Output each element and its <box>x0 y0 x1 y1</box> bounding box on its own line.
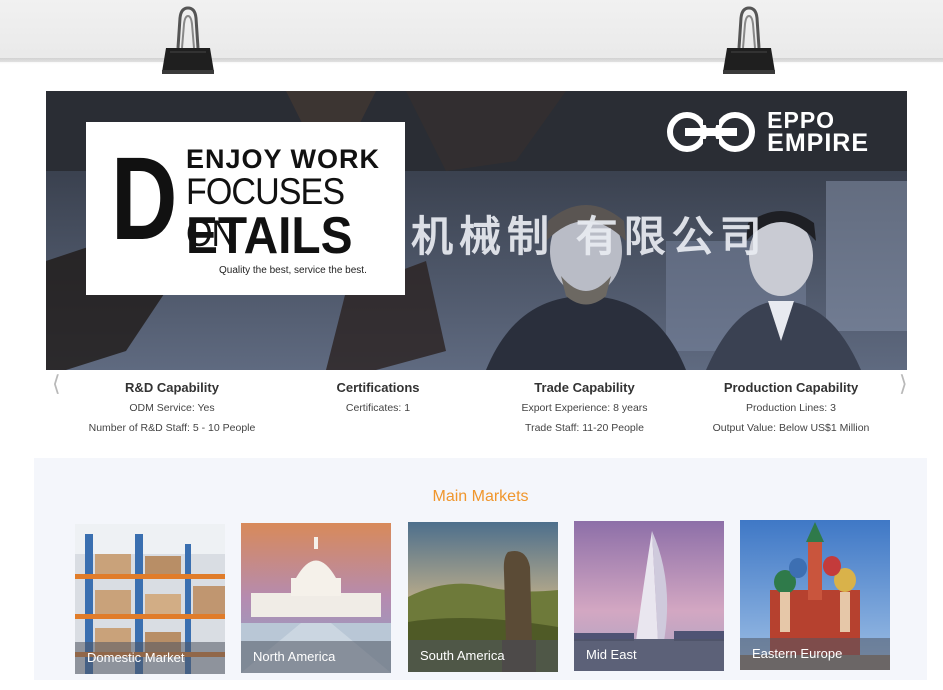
binder-clip-icon <box>719 0 779 80</box>
capability-detail: Certificates: 1 <box>345 402 411 414</box>
background-signage-text: 机械制 有限公司 <box>411 212 768 261</box>
binder-clip-icon <box>158 0 218 80</box>
wall-strip <box>0 0 943 62</box>
wall-shadow <box>0 58 943 64</box>
chevron-left-icon[interactable]: ⟨ <box>52 373 61 395</box>
section-title: Main Markets <box>432 488 529 505</box>
market-card-mid-east[interactable]: Mid East <box>574 521 724 671</box>
chevron-right-icon[interactable]: ⟩ <box>899 373 908 395</box>
capability-title: Certifications <box>336 380 420 395</box>
market-label: Eastern Europe <box>740 638 890 670</box>
market-label: Mid East <box>574 639 724 671</box>
main-markets-section: Main Markets Domestic Market North Ameri… <box>34 458 927 680</box>
capability-title: Production Capability <box>723 380 859 395</box>
eppo-logo-icon <box>667 112 756 152</box>
capability-production: Production Capability Production Lines: … <box>700 380 882 442</box>
capability-certifications: Certifications Certificates: 1 <box>300 380 456 422</box>
market-label: South America <box>408 640 558 672</box>
capability-detail: Number of R&D Staff: 5 - 10 People <box>88 422 256 434</box>
slogan-line-3: ETAILS <box>186 207 353 265</box>
logo-text-empire: EMPIRE <box>767 129 869 157</box>
slogan-tagline: Quality the best, service the best. <box>219 265 367 276</box>
market-card-south-america[interactable]: South America <box>408 522 558 672</box>
capability-rd: R&D Capability ODM Service: Yes Number o… <box>78 380 266 442</box>
market-card-eastern-europe[interactable]: Eastern Europe <box>740 520 890 670</box>
capability-detail: Export Experience: 8 years <box>521 402 648 414</box>
capability-detail: Trade Staff: 11-20 People <box>525 422 644 434</box>
hero-banner: 机械制 有限公司 EPPO EMPIRE D ENJOY WORK FOCUSE… <box>46 91 907 370</box>
slogan-big-letter: D <box>111 133 178 265</box>
capability-trade: Trade Capability Export Experience: 8 ye… <box>502 380 667 442</box>
capability-detail: ODM Service: Yes <box>129 402 215 414</box>
slogan-card: D ENJOY WORK FOCUSES ON ETAILS Quality t… <box>86 122 405 295</box>
capability-title: Trade Capability <box>534 380 635 395</box>
brand-logo: EPPO EMPIRE <box>665 109 869 157</box>
market-label: Domestic Market <box>75 642 225 674</box>
market-label: North America <box>241 641 391 673</box>
market-card-domestic[interactable]: Domestic Market <box>75 524 225 674</box>
market-card-north-america[interactable]: North America <box>241 523 391 673</box>
capability-title: R&D Capability <box>125 380 219 395</box>
bottom-edge <box>34 680 927 690</box>
capability-detail: Output Value: Below US$1 Million <box>712 422 870 434</box>
capability-detail: Production Lines: 3 <box>746 402 836 414</box>
